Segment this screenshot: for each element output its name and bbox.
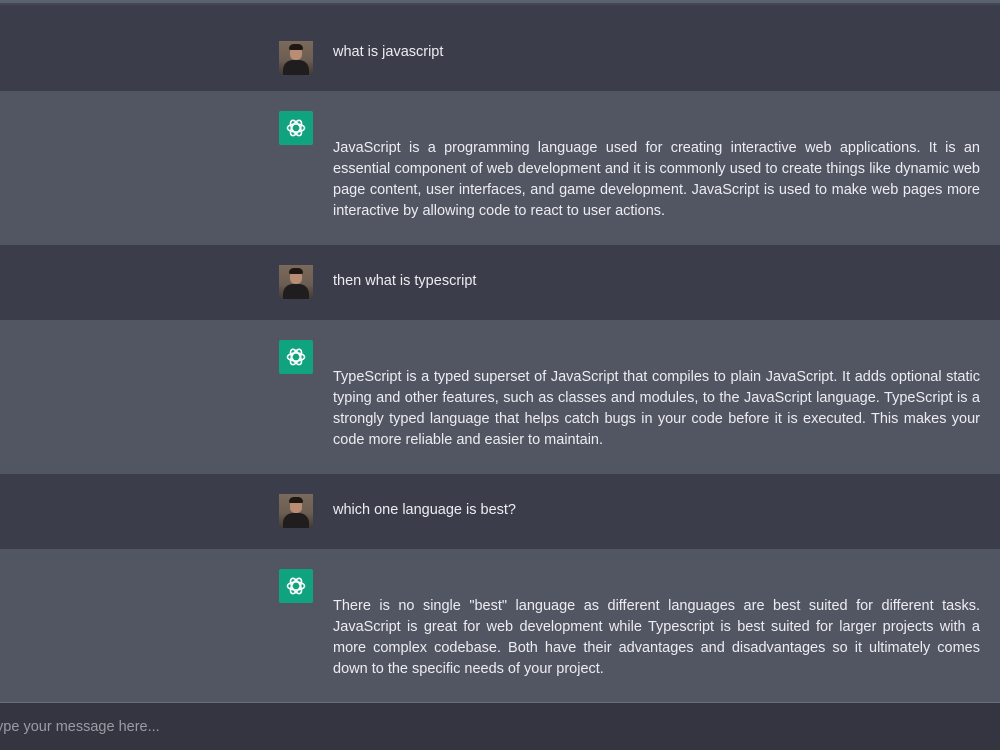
message-text: TypeScript is a typed superset of JavaSc… — [333, 369, 980, 448]
message-row-user: what is javascript — [0, 5, 1000, 91]
message-text: then what is typescript — [333, 273, 477, 289]
message-text: which one language is best? — [333, 502, 516, 518]
user-avatar — [279, 265, 313, 299]
user-avatar — [279, 41, 313, 75]
message-row-assistant: JavaScript is a programming language use… — [0, 91, 1000, 245]
message-row-user: then what is typescript — [0, 245, 1000, 320]
user-avatar — [279, 494, 313, 528]
message-text: There is no single "best" language as di… — [333, 598, 980, 677]
message-row-user: which one language is best? — [0, 474, 1000, 549]
message-input[interactable] — [0, 713, 980, 741]
message-row-assistant: TypeScript is a typed superset of JavaSc… — [0, 320, 1000, 474]
top-divider — [0, 0, 1000, 3]
message-text: what is javascript — [333, 44, 444, 60]
message-text: JavaScript is a programming language use… — [333, 140, 980, 219]
openai-logo-icon — [279, 569, 313, 603]
message-composer — [0, 702, 1000, 750]
openai-logo-icon — [279, 111, 313, 145]
openai-logo-icon — [279, 340, 313, 374]
chat-app: what is javascript JavaScript is a progr… — [0, 0, 1000, 750]
message-row-assistant: There is no single "best" language as di… — [0, 549, 1000, 702]
